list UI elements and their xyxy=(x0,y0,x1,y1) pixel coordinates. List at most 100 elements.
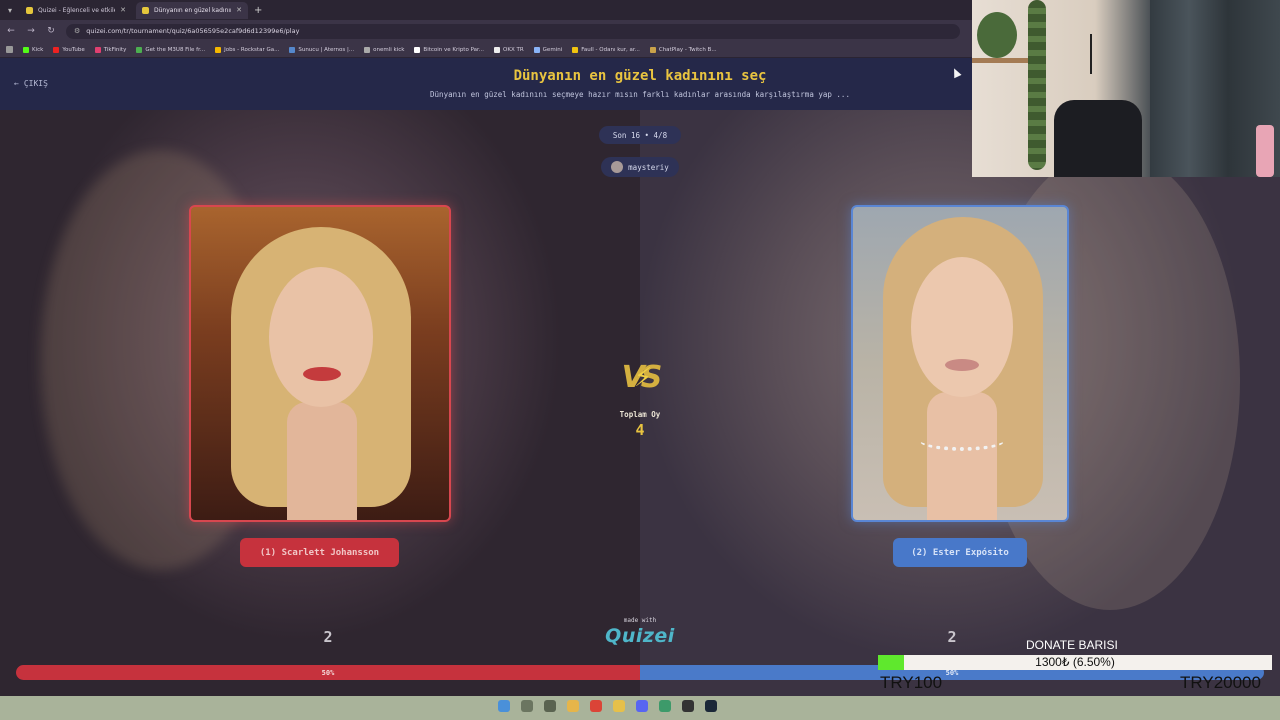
browser-icon[interactable] xyxy=(659,700,671,712)
round-badge: Son 16 • 4/8 xyxy=(599,126,681,144)
portrait-lips xyxy=(945,359,979,371)
kick-icon xyxy=(23,46,29,53)
webcam-vine xyxy=(1028,0,1046,170)
portrait-face xyxy=(269,267,373,407)
apps-grid-icon[interactable] xyxy=(6,46,13,53)
lightning-bolt-icon: ⚡ xyxy=(634,363,653,393)
url-text: quizei.com/tr/tournament/quiz/6a056595e2… xyxy=(86,27,300,35)
contestant-card-right[interactable] xyxy=(851,205,1069,522)
donate-title: DONATE BARISI xyxy=(1026,638,1118,652)
browser-tab-active[interactable]: Dünyanın en güzel kadınını seç... ✕ xyxy=(136,1,248,19)
avatar xyxy=(611,161,624,173)
quizei-favicon-icon xyxy=(142,6,149,14)
bookmark-label: Faull - Odanı kur, ar... xyxy=(581,46,640,53)
tab-search-icon[interactable]: ▾ xyxy=(4,4,16,16)
portrait-lips xyxy=(303,367,341,381)
bookmark-item[interactable]: Sunucu | Aternos |... xyxy=(289,46,355,53)
right-vote-count: 2 xyxy=(947,628,957,646)
bookmark-label: TikFinity xyxy=(103,46,127,53)
bookmark-label: Kick xyxy=(32,46,44,53)
task-view-icon[interactable] xyxy=(544,700,556,712)
choose-left-button[interactable]: (1) Scarlett Johansson xyxy=(240,538,399,567)
folder-icon xyxy=(649,46,656,53)
aternos-icon xyxy=(289,46,296,53)
webcam-lamp xyxy=(1090,34,1092,74)
webcam-overlay xyxy=(972,0,1280,177)
tab-title: Dünyanın en güzel kadınını seç... xyxy=(154,6,231,14)
bookmark-item[interactable]: OKX TR xyxy=(494,46,524,53)
bookmark-item[interactable]: Gemini xyxy=(533,46,562,53)
bookmark-label: Sunucu | Aternos |... xyxy=(298,46,355,53)
made-with-label: made with xyxy=(623,617,657,624)
site-info-icon[interactable]: ⚙ xyxy=(74,27,80,35)
tab-close-icon[interactable]: ✕ xyxy=(120,6,126,14)
choose-right-button[interactable]: (2) Ester Expósito xyxy=(893,538,1027,567)
os-taskbar xyxy=(0,696,1280,720)
contestant-card-left[interactable] xyxy=(189,205,451,522)
bookmark-label: OKX TR xyxy=(503,46,524,53)
bookmark-item[interactable]: Get the M3U8 File fr... xyxy=(136,46,206,53)
bookmark-item[interactable]: Kick xyxy=(23,46,44,53)
donate-max-label: TRY20000 xyxy=(1180,673,1261,692)
donate-min-label: TRY100 xyxy=(880,673,943,692)
start-icon[interactable] xyxy=(498,700,510,712)
left-vote-count: 2 xyxy=(323,628,333,646)
donate-progress-bar: 1300₺ (6.50%) xyxy=(878,655,1272,670)
back-arrow-icon[interactable]: ← xyxy=(6,26,16,36)
file-explorer-icon[interactable] xyxy=(567,700,579,712)
quizei-logo: Quizei xyxy=(605,625,675,647)
taskbar-apps xyxy=(498,700,717,712)
discord-icon[interactable] xyxy=(636,700,648,712)
portrait-neck xyxy=(287,402,357,520)
browser-tab[interactable]: Quizei - Eğlenceli ve etkileşimli... ✕ xyxy=(20,2,132,19)
bookmark-item[interactable]: Jobs - Rockstar Ga... xyxy=(215,46,280,53)
portrait-necklace xyxy=(919,429,1005,451)
faull-icon xyxy=(572,46,579,53)
steam-icon[interactable] xyxy=(705,700,717,712)
screen: ▾ Quizei - Eğlenceli ve etkileşimli... ✕… xyxy=(0,0,1280,720)
bookmark-label: Get the M3U8 File fr... xyxy=(145,46,206,53)
address-bar[interactable]: ⚙ quizei.com/tr/tournament/quiz/6a056595… xyxy=(66,23,960,39)
bookmark-label: Jobs - Rockstar Ga... xyxy=(224,46,280,53)
donate-progress-text: 1300₺ (6.50%) xyxy=(1035,655,1115,669)
gemini-icon xyxy=(533,46,540,53)
bookmark-item[interactable]: Faull - Odanı kur, ar... xyxy=(572,46,640,53)
username: maysteriy xyxy=(628,162,669,172)
webcam-plant xyxy=(977,12,1017,58)
browser-toolbar: ← → ↻ ⚙ quizei.com/tr/tournament/quiz/6a… xyxy=(0,20,972,42)
webcam-chair xyxy=(1054,100,1142,177)
tab-title: Quizei - Eğlenceli ve etkileşimli... xyxy=(38,6,115,14)
versus-icon: VS ⚡ xyxy=(614,358,666,398)
bookmark-item[interactable]: Bitcoin ve Kripto Par... xyxy=(414,46,485,53)
okx-icon xyxy=(494,46,501,53)
bookmark-label: YouTube xyxy=(62,46,85,53)
bookmark-label: ChatPlay - Twitch B... xyxy=(658,46,717,53)
extension-icon xyxy=(136,46,143,53)
new-tab-button[interactable]: + xyxy=(254,5,262,16)
bookmark-label: onemli kick xyxy=(373,46,405,53)
youtube-icon xyxy=(53,46,60,53)
okx-icon xyxy=(414,46,421,53)
portrait-neck xyxy=(927,392,997,520)
left-vote-bar: 50% xyxy=(16,665,640,680)
bookmark-item[interactable]: YouTube xyxy=(53,46,85,53)
bookmark-label: Bitcoin ve Kripto Par... xyxy=(423,46,485,53)
folder-icon[interactable] xyxy=(613,700,625,712)
chrome-icon[interactable] xyxy=(590,700,602,712)
reload-icon[interactable]: ↻ xyxy=(46,26,56,36)
tab-close-icon[interactable]: ✕ xyxy=(236,6,242,14)
quiz-header: ← ÇIKIŞ xyxy=(0,58,972,110)
webcam-bottle xyxy=(1256,125,1274,177)
quizei-favicon-icon xyxy=(26,6,33,14)
bookmark-item[interactable]: ChatPlay - Twitch B... xyxy=(649,46,717,53)
bookmarks-bar: Kick YouTube TikFinity Get the M3U8 File… xyxy=(0,42,972,58)
rockstar-icon xyxy=(215,46,222,53)
bookmark-item[interactable]: onemli kick xyxy=(364,46,405,53)
webcam-shelf xyxy=(972,58,1032,63)
total-votes-label: Toplam Oy xyxy=(619,410,661,419)
obs-icon[interactable] xyxy=(682,700,694,712)
bookmark-item[interactable]: TikFinity xyxy=(94,46,127,53)
forward-arrow-icon[interactable]: → xyxy=(26,26,36,36)
tikfinity-icon xyxy=(94,46,101,53)
search-icon[interactable] xyxy=(521,700,533,712)
